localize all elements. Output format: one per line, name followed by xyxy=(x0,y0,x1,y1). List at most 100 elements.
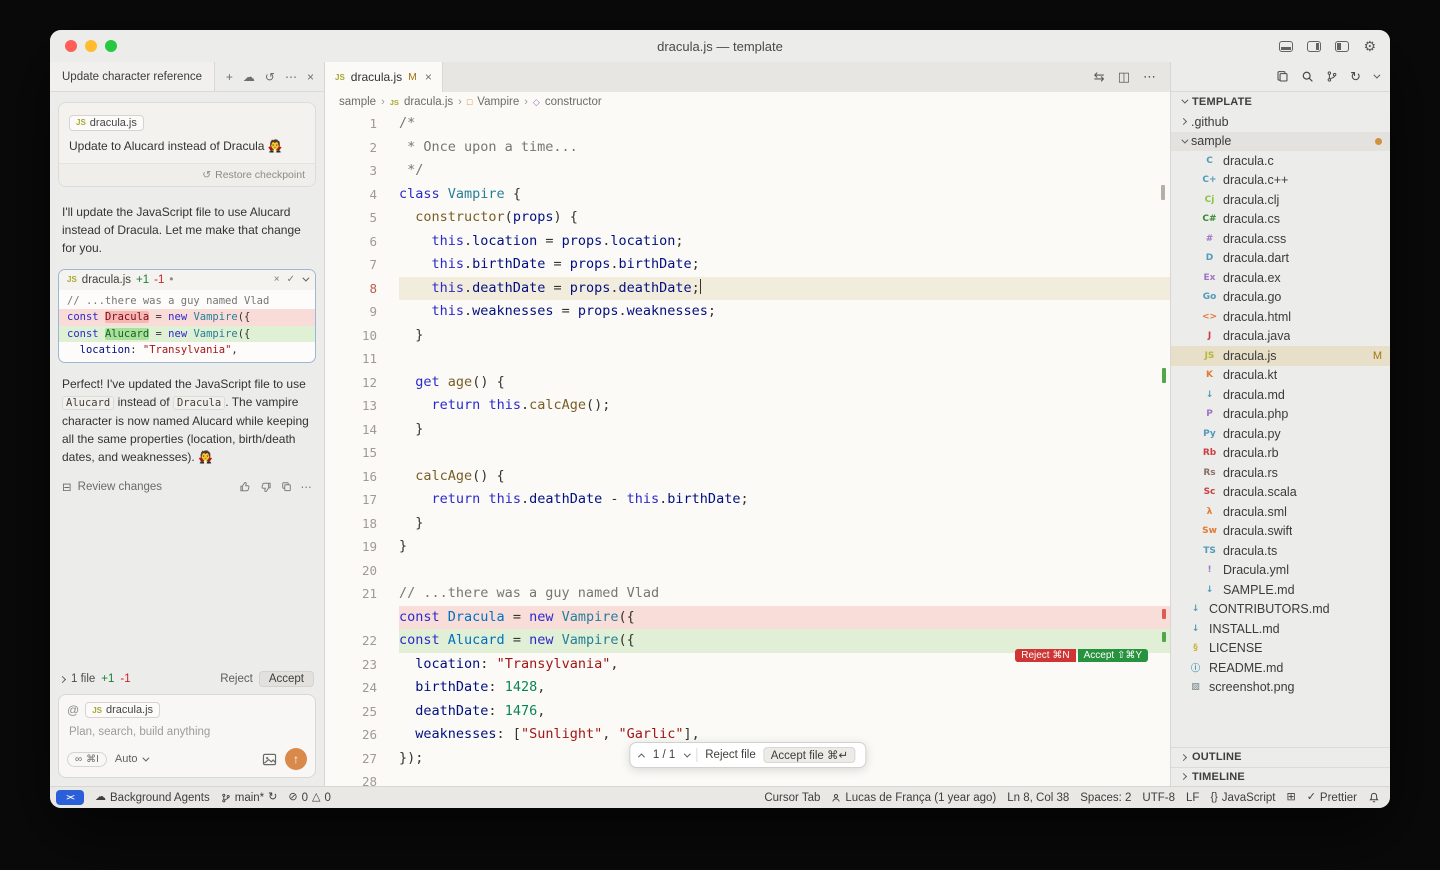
tree-file-dracula.ex[interactable]: Exdracula.ex xyxy=(1171,268,1390,288)
more-actions-icon[interactable]: ⋯ xyxy=(301,480,313,494)
formatter-status[interactable]: ✓ Prettier xyxy=(1307,792,1357,804)
git-branch-button[interactable]: main* ↻ xyxy=(221,792,278,804)
tree-file-LICENSE[interactable]: §LICENSE xyxy=(1171,639,1390,659)
line-number[interactable]: 23 xyxy=(325,653,399,677)
line-number[interactable] xyxy=(325,606,399,630)
code-line[interactable]: 2 * Once upon a time... xyxy=(325,136,1170,160)
tree-file-dracula.rs[interactable]: Rsdracula.rs xyxy=(1171,463,1390,483)
line-number[interactable]: 14 xyxy=(325,418,399,442)
model-selector[interactable]: Auto xyxy=(115,753,147,765)
code-line[interactable]: 13 return this.calcAge(); xyxy=(325,394,1170,418)
agent-mode-chip[interactable]: ∞ ⌘I xyxy=(67,752,107,767)
cursor-tab-status[interactable]: Cursor Tab xyxy=(764,792,820,804)
code-line[interactable]: 3 */ xyxy=(325,159,1170,183)
cursor-position-status[interactable]: Ln 8, Col 38 xyxy=(1007,792,1069,804)
code-line[interactable]: 18 } xyxy=(325,512,1170,536)
search-icon[interactable] xyxy=(1301,70,1314,83)
code-line[interactable]: 15 xyxy=(325,441,1170,465)
more-options-icon[interactable]: ⋯ xyxy=(285,70,297,84)
tree-folder-.github[interactable]: .github xyxy=(1171,112,1390,132)
refresh-icon[interactable]: ↻ xyxy=(1350,69,1361,85)
timeline-section-header[interactable]: TIMELINE xyxy=(1171,767,1390,787)
line-number[interactable]: 26 xyxy=(325,723,399,747)
chat-input[interactable]: @ JS dracula.js Plan, search, build anyt… xyxy=(58,694,316,778)
chat-tab[interactable]: Update character reference xyxy=(50,62,215,91)
line-number[interactable]: 4 xyxy=(325,183,399,207)
accept-file-button[interactable]: Accept file ⌘↵ xyxy=(764,747,855,763)
line-number[interactable]: 22 xyxy=(325,629,399,653)
line-number[interactable]: 10 xyxy=(325,324,399,348)
reject-all-button[interactable]: Reject xyxy=(220,673,253,685)
chevron-right-icon[interactable] xyxy=(59,675,66,682)
grid-icon[interactable]: ⊞ xyxy=(1286,792,1295,803)
breadcrumb[interactable]: sample › JS dracula.js › □ Vampire › ◇ c… xyxy=(325,92,1170,112)
line-number[interactable]: 19 xyxy=(325,535,399,559)
breadcrumb-class[interactable]: Vampire xyxy=(477,96,519,108)
next-change-icon[interactable] xyxy=(684,750,691,757)
tree-file-CONTRIBUTORS.md[interactable]: ↓CONTRIBUTORS.md xyxy=(1171,600,1390,620)
code-line[interactable]: 16 calcAge() { xyxy=(325,465,1170,489)
open-changes-icon[interactable]: ⇆ xyxy=(1094,69,1105,85)
more-actions-icon[interactable]: ⋯ xyxy=(1143,69,1156,85)
eol-status[interactable]: LF xyxy=(1186,792,1199,804)
tree-file-dracula.java[interactable]: Jdracula.java xyxy=(1171,327,1390,347)
line-number[interactable]: 8 xyxy=(325,277,399,301)
thumbs-down-icon[interactable] xyxy=(260,481,272,493)
language-mode-status[interactable]: {} JavaScript xyxy=(1210,792,1275,804)
copy-icon[interactable] xyxy=(281,481,292,492)
code-line[interactable]: 20 xyxy=(325,559,1170,583)
code-line[interactable]: 14 } xyxy=(325,418,1170,442)
line-number[interactable]: 1 xyxy=(325,112,399,136)
tree-file-dracula.kt[interactable]: Kdracula.kt xyxy=(1171,366,1390,386)
code-editor[interactable]: 1/*2 * Once upon a time...3 */4class Vam… xyxy=(325,112,1170,786)
line-number[interactable]: 5 xyxy=(325,206,399,230)
tree-file-INSTALL.md[interactable]: ↓INSTALL.md xyxy=(1171,619,1390,639)
line-number[interactable]: 18 xyxy=(325,512,399,536)
toggle-secondary-sidebar-icon[interactable] xyxy=(1307,41,1321,52)
close-chat-icon[interactable]: × xyxy=(307,70,314,84)
tree-file-dracula.dart[interactable]: Ddracula.dart xyxy=(1171,249,1390,269)
notifications-bell-icon[interactable] xyxy=(1368,791,1380,804)
outline-section-header[interactable]: OUTLINE xyxy=(1171,747,1390,767)
tree-file-dracula.html[interactable]: <>dracula.html xyxy=(1171,307,1390,327)
git-blame-status[interactable]: Lucas de França (1 year ago) xyxy=(831,792,996,804)
tree-file-dracula.sml[interactable]: λdracula.sml xyxy=(1171,502,1390,522)
tree-file-README.md[interactable]: ⓘREADME.md xyxy=(1171,658,1390,678)
code-line[interactable]: 24 birthDate: 1428, xyxy=(325,676,1170,700)
tree-file-dracula.swift[interactable]: Swdracula.swift xyxy=(1171,522,1390,542)
code-line[interactable]: 8 this.deathDate = props.deathDate; xyxy=(325,277,1170,301)
code-line[interactable]: 9 this.weaknesses = props.weaknesses; xyxy=(325,300,1170,324)
attach-image-icon[interactable] xyxy=(262,753,277,766)
line-number[interactable]: 24 xyxy=(325,676,399,700)
chat-diff-card[interactable]: JS dracula.js +1 -1 • × ✓ // ...there wa… xyxy=(58,269,316,363)
close-tab-icon[interactable]: × xyxy=(425,70,432,84)
tree-file-dracula.md[interactable]: ↓dracula.md xyxy=(1171,385,1390,405)
line-number[interactable]: 28 xyxy=(325,770,399,786)
send-button[interactable]: ↑ xyxy=(285,748,307,770)
line-number[interactable]: 6 xyxy=(325,230,399,254)
chat-input-placeholder[interactable]: Plan, search, build anything xyxy=(69,726,305,738)
indentation-status[interactable]: Spaces: 2 xyxy=(1080,792,1131,804)
tree-file-screenshot.png[interactable]: ▨screenshot.png xyxy=(1171,678,1390,698)
file-chip[interactable]: JS dracula.js xyxy=(69,115,144,131)
customize-layout-icon[interactable] xyxy=(1335,41,1349,52)
restore-checkpoint-button[interactable]: ↺ Restore checkpoint xyxy=(202,169,305,181)
encoding-status[interactable]: UTF-8 xyxy=(1142,792,1175,804)
tree-file-dracula.rb[interactable]: Rbdracula.rb xyxy=(1171,444,1390,464)
source-control-icon[interactable] xyxy=(1326,70,1338,83)
line-number[interactable]: 16 xyxy=(325,465,399,489)
code-line[interactable]: 28 xyxy=(325,770,1170,786)
explorer-section-header[interactable]: TEMPLATE xyxy=(1171,92,1390,111)
problems-button[interactable]: ⊘ 0 △ 0 xyxy=(288,792,331,804)
tree-file-dracula.css[interactable]: #dracula.css xyxy=(1171,229,1390,249)
cloud-icon[interactable]: ☁ xyxy=(243,70,255,84)
breadcrumb-folder[interactable]: sample xyxy=(339,96,376,108)
line-number[interactable]: 20 xyxy=(325,559,399,583)
line-number[interactable]: 15 xyxy=(325,441,399,465)
tree-file-dracula.clj[interactable]: Cjdracula.clj xyxy=(1171,190,1390,210)
tree-file-dracula.c[interactable]: Cdracula.c xyxy=(1171,151,1390,171)
previous-change-icon[interactable] xyxy=(637,753,644,760)
code-line[interactable]: 6 this.location = props.location; xyxy=(325,230,1170,254)
line-number[interactable]: 27 xyxy=(325,747,399,771)
code-line[interactable]: 10 } xyxy=(325,324,1170,348)
